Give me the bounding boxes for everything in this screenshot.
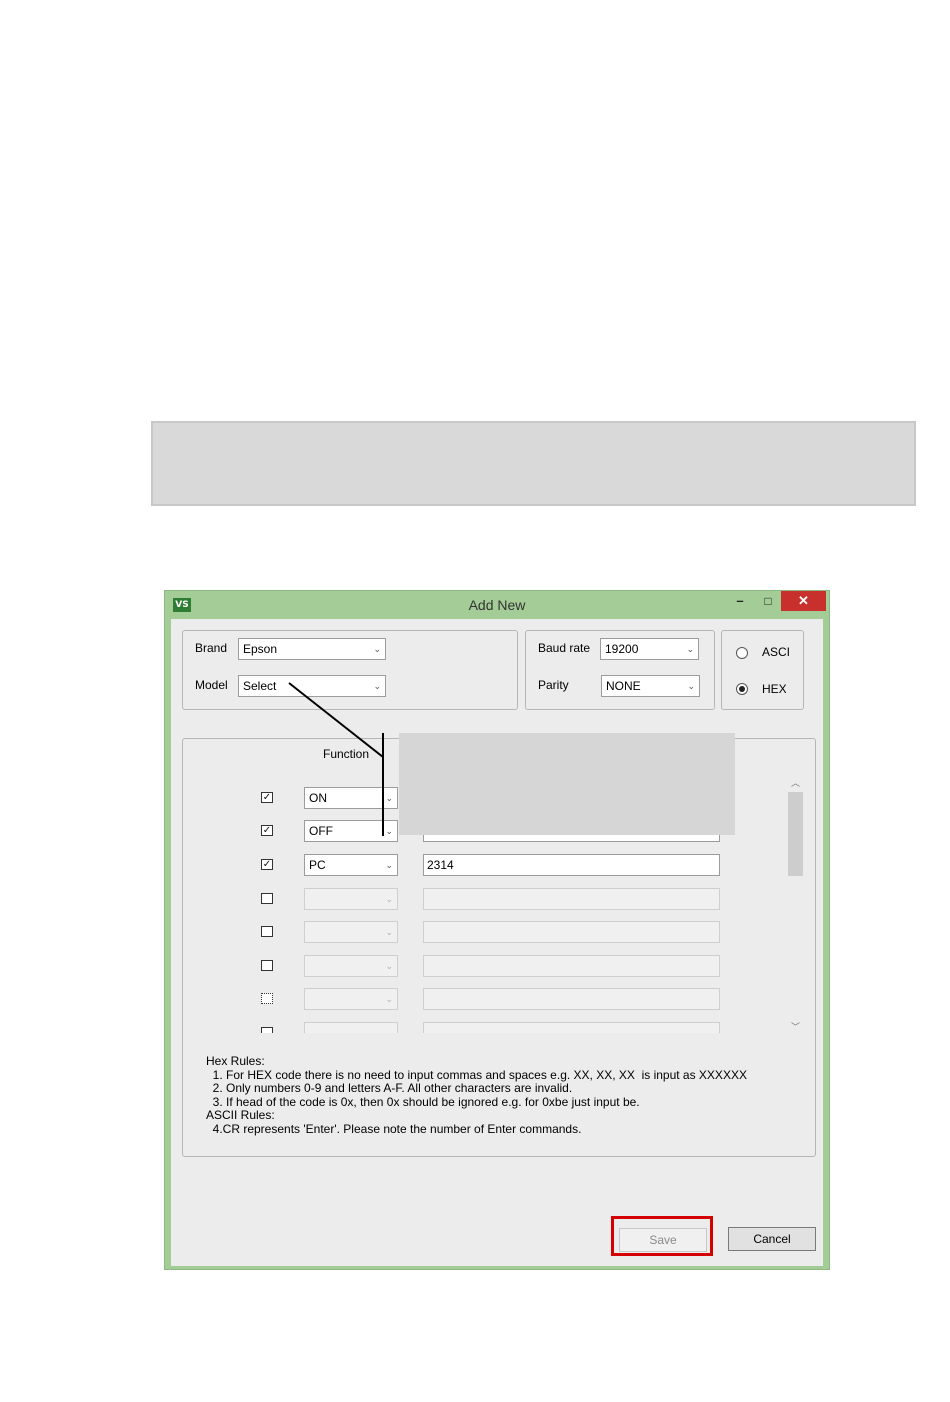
chevron-down-icon: ⌄ [385,894,393,904]
ascii-rules-title: ASCII Rules: [206,1108,275,1122]
parity-value: NONE [606,679,641,693]
parity-label: Parity [538,678,569,692]
ascii-radio[interactable] [736,647,748,659]
row-checkbox[interactable] [261,993,273,1004]
hex-rule-1: 1. For HEX code there is no need to inpu… [206,1067,747,1082]
scrollbar-thumb[interactable] [788,792,803,876]
title-bar[interactable]: VS Add New – □ ✕ [165,591,829,619]
code-input[interactable] [423,921,720,943]
brand-value: Epson [243,642,278,656]
chevron-down-icon: ⌄ [686,644,694,654]
row-checkbox[interactable] [261,926,273,937]
model-select[interactable]: Select ⌄ [238,675,386,697]
save-highlight-box [611,1216,713,1256]
hex-rules-title: Hex Rules: [206,1054,265,1068]
chevron-down-icon: ⌄ [373,681,381,691]
maximize-icon[interactable]: □ [755,591,781,611]
row-checkbox[interactable]: ✓ [261,825,273,836]
code-input[interactable] [423,888,720,910]
chevron-down-icon: ⌄ [385,826,393,836]
row-checkbox[interactable] [261,960,273,971]
hex-rule-3: 3. If head of the code is 0x, then 0x sh… [206,1094,640,1109]
model-value: Select [243,679,277,693]
brand-label: Brand [195,641,228,655]
function-header: Function [323,747,370,761]
brand-select[interactable]: Epson ⌄ [238,638,386,660]
function-value: OFF [309,824,333,838]
chevron-down-icon: ⌄ [687,681,695,691]
function-select[interactable]: ⌄ [304,988,398,1010]
function-value: ON [309,791,327,805]
function-select[interactable]: ⌄ [304,888,398,910]
function-select[interactable]: ON ⌄ [304,787,398,809]
function-select[interactable]: ⌄ [304,921,398,943]
function-value: PC [309,858,326,872]
chevron-down-icon: ⌄ [385,961,393,971]
ascii-label: ASCI [762,645,791,659]
scroll-down-icon[interactable]: ﹀ [787,1020,804,1034]
function-select[interactable]: PC ⌄ [304,854,398,876]
code-input[interactable] [423,988,720,1010]
grey-overlay [399,733,735,835]
device-group: Brand Epson ⌄ Model Select ⌄ [182,630,518,710]
chevron-down-icon: ⌄ [385,793,393,803]
baud-rate-select[interactable]: 19200 ⌄ [600,638,699,660]
row-checkbox[interactable] [261,1027,273,1033]
hex-radio[interactable] [736,683,748,695]
hex-label: HEX [762,682,786,696]
chevron-down-icon: ⌄ [385,994,393,1004]
code-input[interactable] [423,1022,720,1033]
code-input[interactable] [423,955,720,977]
dialog-body: Brand Epson ⌄ Model Select ⌄ Baud rate 1… [171,619,823,1266]
function-select[interactable]: OFF ⌄ [304,820,398,842]
rules-text: Hex Rules: 1. For HEX code there is no n… [206,1054,747,1136]
baud-rate-value: 19200 [605,642,639,656]
add-new-dialog: VS Add New – □ ✕ Brand Epson ⌄ Model Sel… [164,590,830,1270]
code-input[interactable]: 2314 [423,854,720,876]
serial-group: Baud rate 19200 ⌄ Parity NONE ⌄ [525,630,715,710]
row-checkbox[interactable]: ✓ [261,859,273,870]
function-select[interactable]: ⌄ [304,955,398,977]
hex-rule-2: 2. Only numbers 0-9 and letters A-F. All… [206,1081,573,1095]
mode-group: ASCI HEX [721,630,804,710]
ascii-rule-4: 4.CR represents 'Enter'. Please note the… [206,1121,582,1136]
chevron-down-icon: ⌄ [385,860,393,870]
commands-scrollbar[interactable]: ︿ ﹀ [787,776,804,1034]
baud-rate-label: Baud rate [538,641,591,655]
chevron-down-icon: ⌄ [385,927,393,937]
grey-banner [151,421,916,506]
function-select[interactable] [304,1022,398,1033]
cancel-button[interactable]: Cancel [728,1227,816,1251]
parity-select[interactable]: NONE ⌄ [601,675,700,697]
minimize-icon[interactable]: – [727,591,753,611]
scroll-up-icon[interactable]: ︿ [787,776,804,790]
row-checkbox[interactable]: ✓ [261,792,273,803]
model-label: Model [195,678,228,692]
close-icon[interactable]: ✕ [781,591,826,611]
chevron-down-icon: ⌄ [373,644,381,654]
row-checkbox[interactable] [261,893,273,904]
